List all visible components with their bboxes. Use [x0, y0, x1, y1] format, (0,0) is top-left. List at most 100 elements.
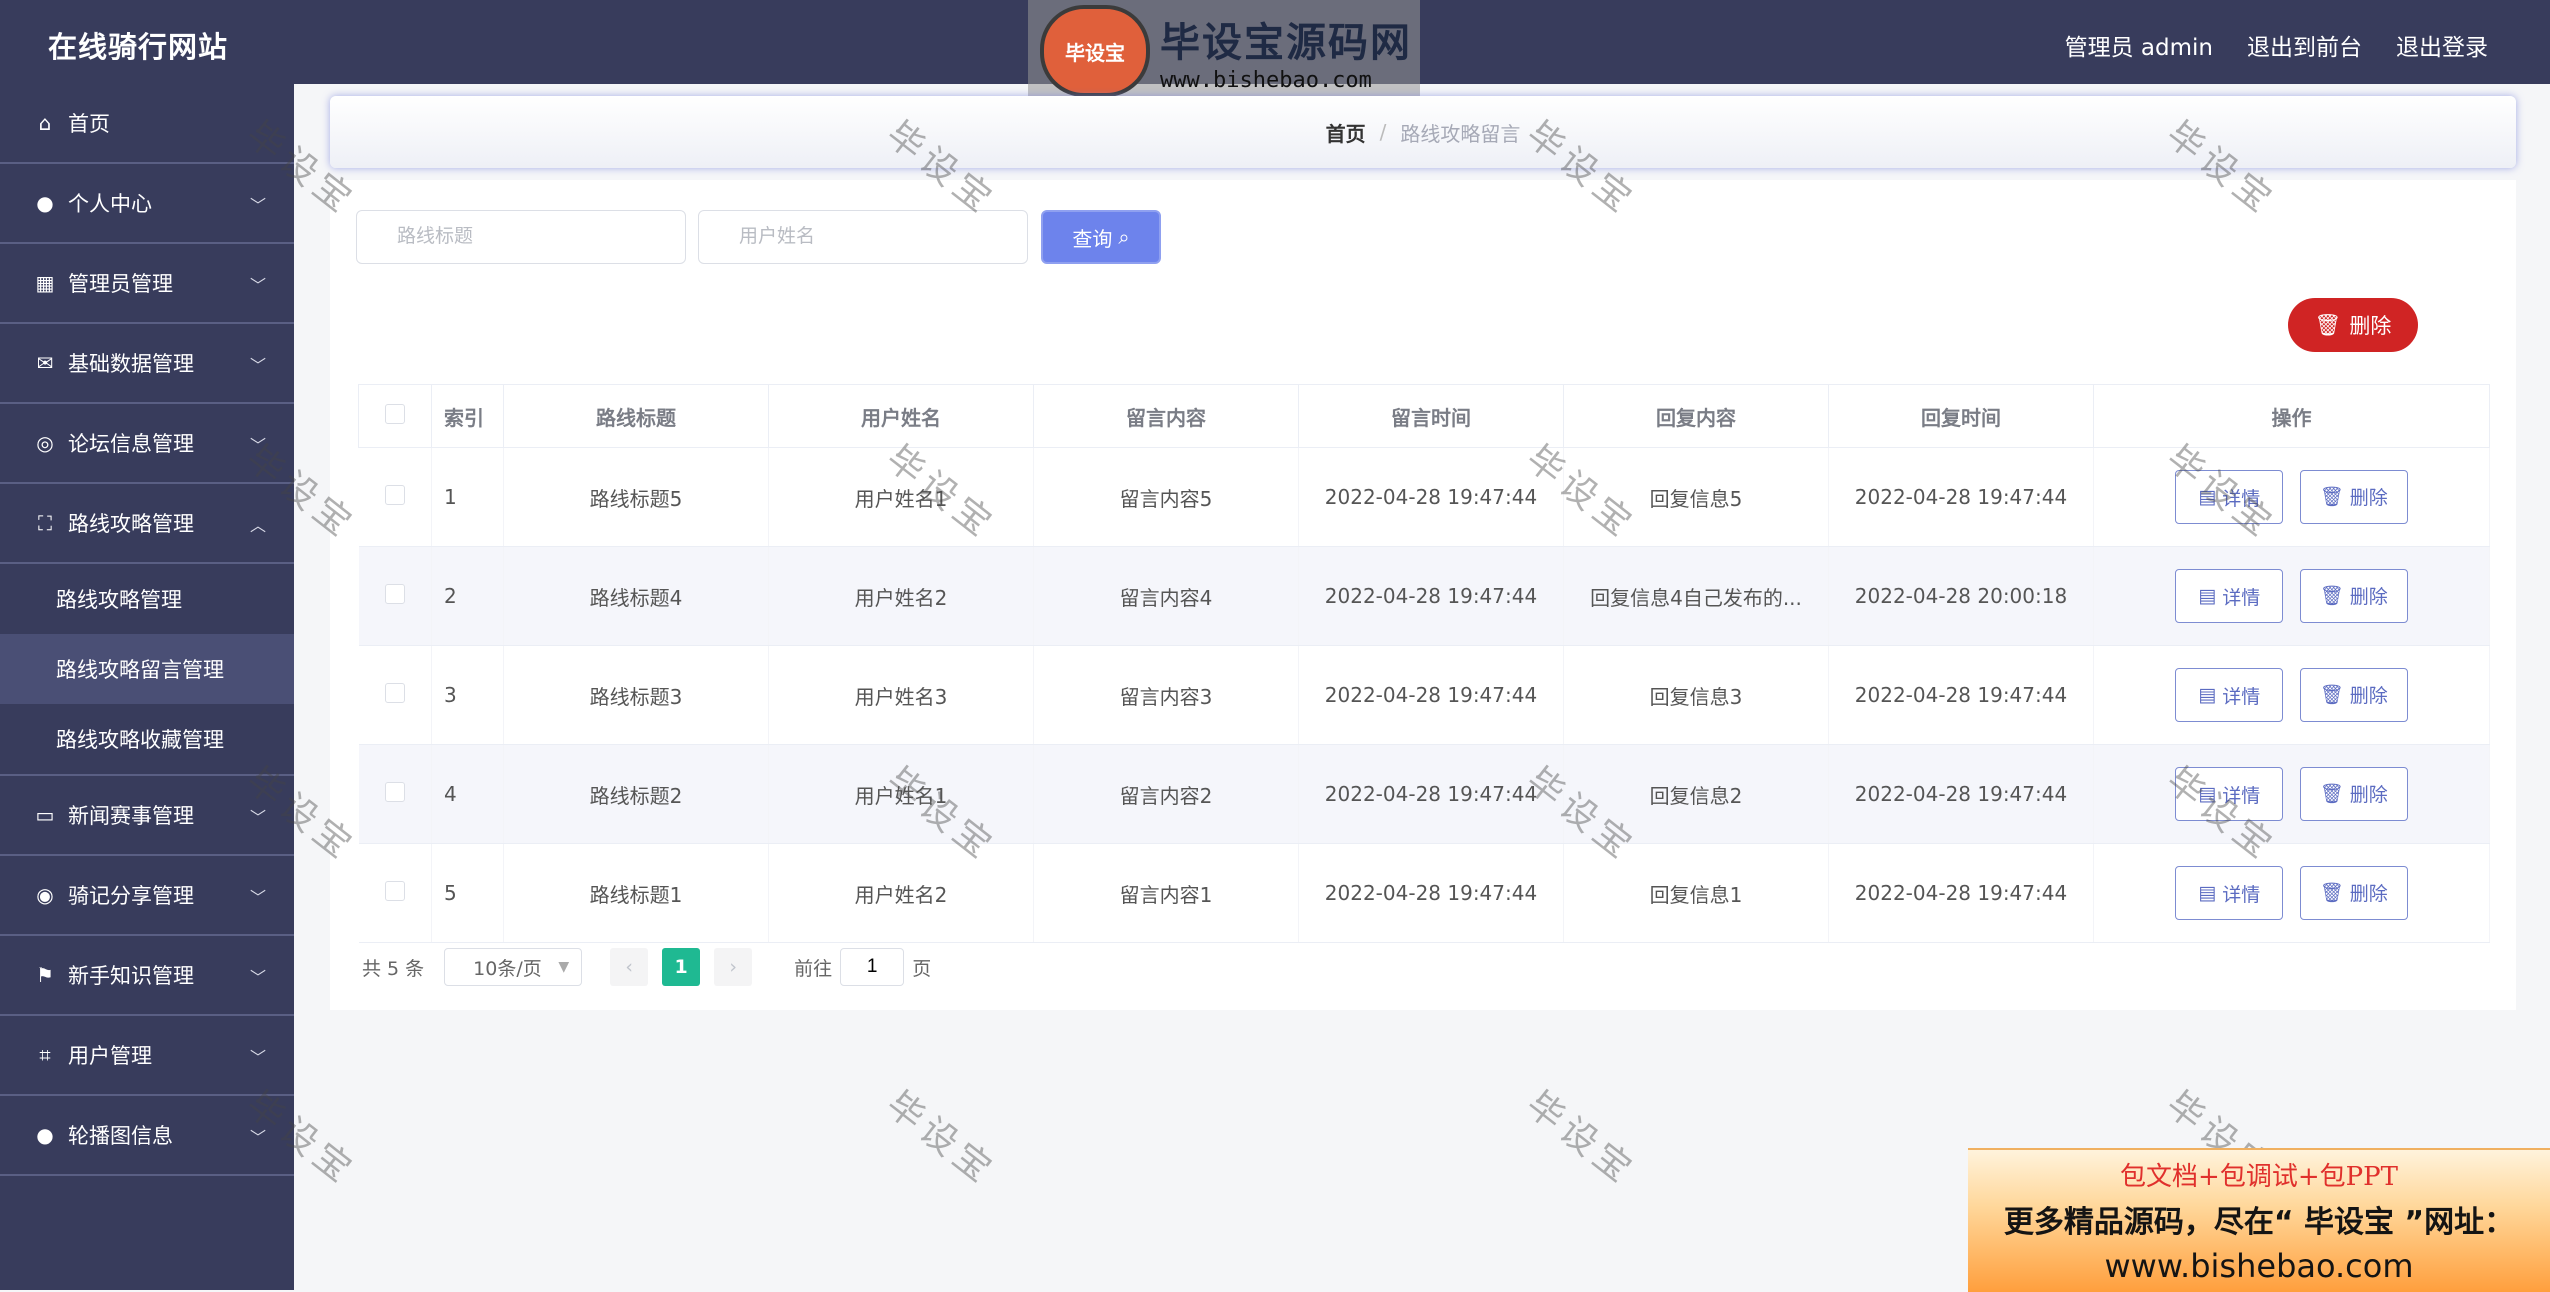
chevron-down-icon: ﹀: [249, 196, 266, 215]
page-size-select[interactable]: 10条/页 ▼: [444, 948, 583, 986]
detail-button-label: 详情: [2222, 784, 2261, 807]
chevron-down-icon: ﹀: [249, 1128, 266, 1147]
delete-button[interactable]: 🗑 删除: [2299, 667, 2408, 722]
sidebar-subitem-route-guide[interactable]: 路线攻略管理: [0, 564, 294, 634]
grid-icon: ▦: [35, 271, 55, 295]
breadcrumb: 首页 / 路线攻略留言: [330, 96, 2516, 168]
chevron-up-icon: ︿: [249, 516, 266, 535]
detail-button[interactable]: ▤ 详情: [2175, 767, 2284, 822]
delete-button[interactable]: 🗑 删除: [2299, 469, 2408, 524]
col-comment-content: 留言内容: [1033, 384, 1299, 448]
detail-button[interactable]: ▤ 详情: [2175, 668, 2284, 723]
row-checkbox[interactable]: [384, 583, 405, 604]
detail-button[interactable]: ▤ 详情: [2175, 866, 2284, 921]
document-icon: ▤: [2198, 783, 2217, 806]
ad-banner[interactable]: 包文档+包调试+包PPT 更多精品源码，尽在“ 毕设宝 ”网址： www.bis…: [1968, 1148, 2550, 1292]
goto-page-input[interactable]: [840, 948, 905, 986]
trash-icon: 🗑: [2319, 882, 2344, 905]
chevron-down-icon: ﹀: [249, 356, 266, 375]
sidebar-item-route-guide[interactable]: ⛶ 路线攻略管理 ︿: [0, 484, 294, 564]
prev-page-button[interactable]: ‹: [610, 948, 649, 986]
document-icon: ▤: [2198, 882, 2217, 905]
sidebar-subitem-route-favorites[interactable]: 路线攻略收藏管理: [0, 704, 294, 776]
admin-user-label[interactable]: 管理员 admin: [2065, 28, 2213, 62]
row-checkbox[interactable]: [384, 682, 405, 703]
search-icon: ⌕: [1118, 225, 1130, 249]
sidebar-subitem-route-comments[interactable]: 路线攻略留言管理: [0, 634, 294, 704]
table-header-row: 索引 路线标题 用户姓名 留言内容 留言时间 回复内容 回复时间 操作: [358, 384, 2490, 448]
chevron-down-icon: ﹀: [249, 808, 266, 827]
cell-reply-time: 2022-04-28 19:47:44: [1828, 645, 2094, 745]
sidebar-item-users[interactable]: ⌗ 用户管理 ﹀: [0, 1016, 294, 1096]
page-number-button[interactable]: 1: [662, 948, 701, 986]
col-actions: 操作: [2093, 384, 2490, 448]
cell-user-name: 用户姓名2: [768, 843, 1034, 943]
chevron-down-icon: ﹀: [249, 888, 266, 907]
watermark-text: 毕设宝: [878, 1083, 1004, 1194]
user-icon: ●: [36, 1123, 54, 1147]
col-route-title: 路线标题: [503, 384, 769, 448]
row-checkbox[interactable]: [384, 484, 405, 505]
select-all-cell: [358, 384, 432, 448]
table-row: 3 路线标题3 用户姓名3 留言内容3 2022-04-28 19:47:44 …: [358, 645, 2490, 745]
sidebar-item-beginner[interactable]: ⚑ 新手知识管理 ﹀: [0, 936, 294, 1016]
cell-reply-content: 回复信息3: [1563, 645, 1829, 745]
front-site-link[interactable]: 退出到前台: [2247, 28, 2362, 62]
cell-comment-time: 2022-04-28 19:47:44: [1298, 843, 1564, 943]
user-name-search-input[interactable]: [698, 210, 1028, 264]
logout-link[interactable]: 退出登录: [2396, 28, 2488, 62]
chevron-down-icon: ﹀: [249, 1048, 266, 1067]
watermark-logo-title: 毕设宝源码网: [1160, 19, 1412, 66]
delete-button[interactable]: 🗑 删除: [2299, 568, 2408, 623]
detail-button[interactable]: ▤ 详情: [2175, 569, 2284, 624]
table-row: 5 路线标题1 用户姓名2 留言内容1 2022-04-28 19:47:44 …: [358, 843, 2490, 943]
sidebar-item-label: 用户管理: [68, 1044, 152, 1068]
sidebar-item-news[interactable]: ▭ 新闻赛事管理 ﹀: [0, 776, 294, 856]
batch-delete-button[interactable]: 🗑 删除: [2288, 298, 2418, 352]
delete-button[interactable]: 🗑 删除: [2299, 865, 2408, 920]
sidebar-item-label: 轮播图信息: [68, 1124, 173, 1148]
cell-actions: ▤ 详情 🗑 删除: [2093, 744, 2490, 844]
next-page-button[interactable]: ›: [714, 948, 753, 986]
cell-comment-time: 2022-04-28 19:47:44: [1298, 447, 1564, 547]
trash-icon: 🗑: [2319, 585, 2344, 608]
query-button-label: 查询: [1072, 226, 1113, 251]
sidebar: ⌂ 首页 ● 个人中心 ﹀ ▦ 管理员管理 ﹀ ✉ 基础数据管理 ﹀ ◎ 论坛信…: [0, 84, 294, 1290]
sidebar-item-personal-center[interactable]: ● 个人中心 ﹀: [0, 164, 294, 244]
detail-button[interactable]: ▤ 详情: [2175, 470, 2284, 525]
delete-button[interactable]: 🗑 删除: [2299, 766, 2408, 821]
page-size-value: 10条/页: [473, 957, 542, 980]
sidebar-item-home[interactable]: ⌂ 首页: [0, 84, 294, 164]
col-reply-content: 回复内容: [1563, 384, 1829, 448]
cell-route-title: 路线标题2: [503, 744, 769, 844]
query-button[interactable]: 查询 ⌕: [1041, 210, 1161, 264]
detail-button-label: 详情: [2222, 487, 2261, 510]
chevron-down-icon: ﹀: [249, 276, 266, 295]
sidebar-item-admin[interactable]: ▦ 管理员管理 ﹀: [0, 244, 294, 324]
cell-index: 4: [431, 744, 504, 844]
select-all-checkbox[interactable]: [385, 403, 405, 424]
cell-comment-content: 留言内容2: [1033, 744, 1299, 844]
detail-button-label: 详情: [2222, 883, 2261, 906]
trash-icon: 🗑: [2319, 783, 2344, 806]
document-icon: ▤: [2198, 585, 2217, 608]
chevron-down-icon: ﹀: [249, 436, 266, 455]
col-comment-time: 留言时间: [1298, 384, 1564, 448]
sidebar-item-basic-data[interactable]: ✉ 基础数据管理 ﹀: [0, 324, 294, 404]
user-icon: ●: [36, 191, 54, 215]
cell-comment-content: 留言内容1: [1033, 843, 1299, 943]
route-title-search-input[interactable]: [356, 210, 686, 264]
pagination: 共 5 条 10条/页 ▼ ‹ 1 › 前往 页: [362, 948, 931, 986]
sidebar-item-carousel[interactable]: ● 轮播图信息 ﹀: [0, 1096, 294, 1176]
breadcrumb-home[interactable]: 首页: [1326, 118, 1366, 147]
row-checkbox[interactable]: [384, 781, 405, 802]
sidebar-item-label: 新手知识管理: [68, 964, 194, 988]
delete-button-label: 删除: [2349, 883, 2388, 906]
chevron-down-icon: ▼: [558, 959, 570, 975]
cell-user-name: 用户姓名1: [768, 744, 1034, 844]
row-checkbox[interactable]: [384, 880, 405, 901]
sidebar-item-label: 管理员管理: [68, 272, 173, 296]
cell-route-title: 路线标题5: [503, 447, 769, 547]
sidebar-item-forum[interactable]: ◎ 论坛信息管理 ﹀: [0, 404, 294, 484]
sidebar-item-ride-share[interactable]: ◉ 骑记分享管理 ﹀: [0, 856, 294, 936]
